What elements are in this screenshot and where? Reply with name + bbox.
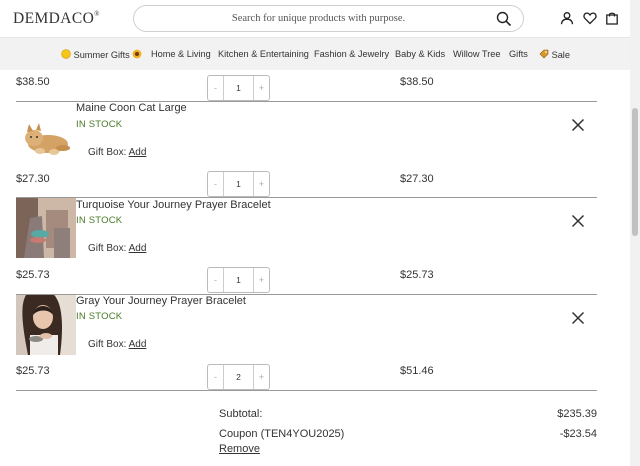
page-scrollbar[interactable] (630, 0, 640, 466)
qty-increase-button[interactable]: + (253, 365, 269, 389)
nav-item-home-living[interactable]: Home & Living (151, 49, 211, 59)
row-divider (16, 197, 597, 198)
subtotal-value: $235.39 (557, 408, 597, 420)
nav-item-kitchen-entertaining[interactable]: Kitchen & Entertaining (218, 49, 309, 59)
nav-item-label: Sale (551, 50, 570, 60)
sun-emoji-icon (61, 49, 71, 59)
line-total: $27.30 (400, 173, 434, 185)
qty-value[interactable]: 1 (224, 268, 253, 292)
subtotal-label: Subtotal: (219, 408, 263, 420)
search-bar[interactable] (133, 5, 524, 32)
cart-list: $38.50 - 1 + $38.50 Maine Coon Cat Large… (0, 70, 630, 466)
gift-box-add-link[interactable]: Add (129, 339, 147, 350)
scrollbar-thumb[interactable] (632, 108, 638, 236)
qty-value[interactable]: 1 (224, 76, 253, 100)
shopping-bag-icon[interactable] (605, 11, 619, 25)
product-thumbnail-gray-bracelet[interactable] (16, 295, 76, 355)
qty-value[interactable]: 1 (224, 172, 253, 196)
wishlist-heart-icon[interactable] (583, 11, 597, 25)
coupon-value: -$23.54 (559, 428, 597, 440)
remove-item-close-icon[interactable] (571, 311, 585, 325)
line-total: $51.46 (400, 365, 434, 377)
gift-box-label: Gift Box: (88, 147, 127, 158)
qty-decrease-button[interactable]: - (208, 268, 224, 292)
main-nav: Summer Gifts Home & Living Kitchen & Ent… (0, 37, 630, 70)
quantity-stepper[interactable]: - 1 + (207, 75, 270, 101)
product-name[interactable]: Turquoise Your Journey Prayer Bracelet (76, 199, 271, 211)
gift-box-add-link[interactable]: Add (129, 147, 147, 158)
nav-item-label: Summer Gifts (73, 50, 130, 60)
gift-box-label: Gift Box: (88, 339, 127, 350)
row-divider (16, 390, 597, 391)
unit-price: $38.50 (16, 76, 50, 88)
remove-item-close-icon[interactable] (571, 214, 585, 228)
quantity-stepper[interactable]: - 1 + (207, 171, 270, 197)
remove-coupon-link[interactable]: Remove (219, 443, 260, 455)
stock-status: IN STOCK (76, 311, 123, 322)
quantity-stepper[interactable]: - 1 + (207, 267, 270, 293)
nav-item-baby-kids[interactable]: Baby & Kids (395, 49, 445, 59)
demdaco-logo[interactable]: DEMDACO® (13, 10, 100, 28)
nav-item-gifts[interactable]: Gifts (509, 49, 528, 59)
search-icon[interactable] (496, 11, 512, 27)
trademark-symbol: ® (94, 10, 100, 18)
qty-decrease-button[interactable]: - (208, 172, 224, 196)
sunflower-emoji-icon (132, 49, 142, 59)
line-total: $38.50 (400, 76, 434, 88)
product-thumbnail-cat[interactable] (16, 108, 76, 168)
qty-increase-button[interactable]: + (253, 268, 269, 292)
qty-increase-button[interactable]: + (253, 172, 269, 196)
nav-item-summer-gifts[interactable]: Summer Gifts (61, 49, 142, 60)
product-name[interactable]: Gray Your Journey Prayer Bracelet (76, 295, 246, 307)
product-thumbnail-turquoise-bracelet[interactable] (16, 198, 76, 258)
product-name[interactable]: Maine Coon Cat Large (76, 102, 187, 114)
account-icon[interactable] (560, 11, 574, 25)
quantity-stepper[interactable]: - 2 + (207, 364, 270, 390)
remove-item-close-icon[interactable] (571, 118, 585, 132)
unit-price: $25.73 (16, 365, 50, 377)
stock-status: IN STOCK (76, 215, 123, 226)
unit-price: $27.30 (16, 173, 50, 185)
gift-box-label: Gift Box: (88, 243, 127, 254)
gift-box-add-link[interactable]: Add (129, 243, 147, 254)
site-header: DEMDACO® (0, 0, 630, 37)
gift-box-option: Gift Box: Add (88, 339, 146, 350)
coupon-label: Coupon (TEN4YOU2025) (219, 428, 345, 440)
gift-box-option: Gift Box: Add (88, 243, 146, 254)
stock-status: IN STOCK (76, 119, 123, 130)
qty-decrease-button[interactable]: - (208, 365, 224, 389)
gift-box-option: Gift Box: Add (88, 147, 146, 158)
tag-emoji-icon (539, 49, 549, 59)
qty-value[interactable]: 2 (224, 365, 253, 389)
search-input[interactable] (134, 6, 523, 31)
qty-decrease-button[interactable]: - (208, 76, 224, 100)
qty-increase-button[interactable]: + (253, 76, 269, 100)
line-total: $25.73 (400, 269, 434, 281)
nav-item-sale[interactable]: Sale (539, 49, 570, 60)
unit-price: $25.73 (16, 269, 50, 281)
nav-item-willow-tree[interactable]: Willow Tree (453, 49, 500, 59)
nav-item-fashion-jewelry[interactable]: Fashion & Jewelry (314, 49, 389, 59)
